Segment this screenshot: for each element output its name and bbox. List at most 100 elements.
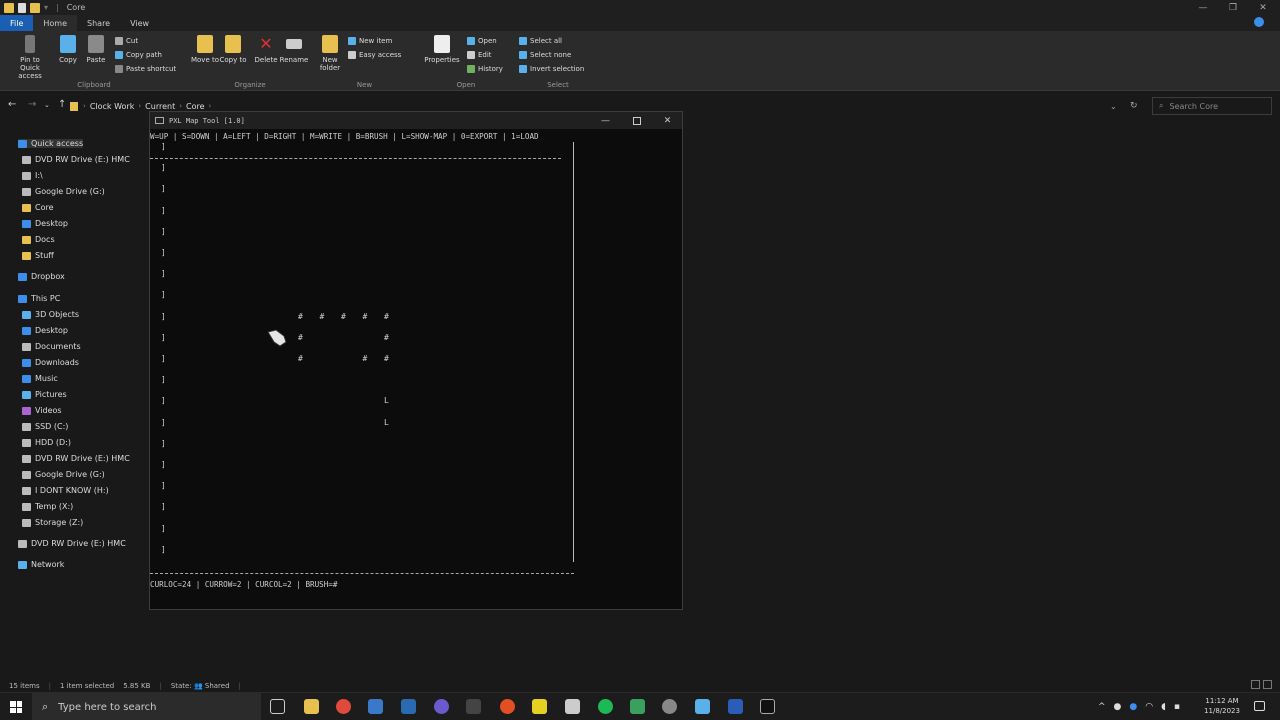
properties-button[interactable]: Properties [422,35,462,64]
sidebar-item[interactable]: DVD RW Drive (E:) HMC [22,155,130,164]
copy-path-button[interactable]: Copy path [115,51,162,59]
volume-icon[interactable]: ◖ [1161,702,1166,712]
sidebar-item[interactable]: Core [22,203,54,212]
new-folder-icon[interactable] [30,2,40,13]
sidebar-item[interactable]: Desktop [22,219,68,228]
search-icon: ⌕ [1159,101,1164,110]
up-arrow-icon[interactable]: ↑ [58,99,66,110]
app-icon[interactable] [695,699,710,714]
paste-shortcut-button[interactable]: Paste shortcut [115,65,176,73]
tab-home[interactable]: Home [33,15,78,31]
sidebar-item[interactable]: Storage (Z:) [22,518,83,527]
console-minimize-button[interactable]: — [590,112,621,129]
refresh-icon[interactable]: ↻ [1130,101,1138,111]
app-icon[interactable] [500,699,515,714]
start-button[interactable] [0,693,32,720]
minimize-button[interactable]: — [1188,0,1218,15]
sidebar-item[interactable]: Docs [22,235,55,244]
chevron-up-icon[interactable]: ^ [1098,702,1106,712]
breadcrumb-core[interactable]: Core [186,102,205,111]
sidebar-item[interactable]: Google Drive (G:) [22,470,105,479]
sidebar-item[interactable]: DVD RW Drive (E:) HMC [18,539,126,548]
breadcrumb-current[interactable]: Current [145,102,175,111]
sidebar-item[interactable]: Music [22,374,58,383]
tab-share[interactable]: Share [77,15,120,31]
tab-view[interactable]: View [120,15,159,31]
app-icon[interactable] [662,699,677,714]
taskbar-search[interactable]: ⌕ Type here to search [32,693,261,720]
sidebar-item[interactable]: 3D Objects [22,310,79,319]
network-icon[interactable]: ◠ [1145,702,1153,712]
new-folder-button[interactable]: New folder [315,35,345,72]
notifications-icon[interactable] [1254,701,1265,711]
editor-icon[interactable] [368,699,383,714]
cut-button[interactable]: Cut [115,37,138,45]
sidebar-item[interactable]: I:\ [22,171,43,180]
task-view-icon[interactable] [270,699,285,714]
forward-arrow-icon[interactable]: → [28,99,36,110]
file-explorer-icon[interactable] [304,699,319,714]
sidebar-item[interactable]: Temp (X:) [22,502,73,511]
copy-to-button[interactable]: Copy to [218,35,248,64]
bluetooth-icon[interactable]: ● [1129,702,1137,712]
rename-button[interactable]: Rename [279,35,309,64]
sidebar-item[interactable]: This PC [18,294,60,303]
sidebar-item[interactable]: Downloads [22,358,79,367]
sidebar-item[interactable]: HDD (D:) [22,438,71,447]
sidebar-item[interactable]: SSD (C:) [22,422,68,431]
recent-dropdown-icon[interactable]: ⌄ [44,101,50,109]
sidebar-item[interactable]: Stuff [22,251,54,260]
sidebar-item[interactable]: Videos [22,406,62,415]
back-arrow-icon[interactable]: ← [8,99,16,110]
help-icon[interactable] [1254,17,1264,27]
console-maximize-button[interactable] [621,112,652,129]
sidebar-item[interactable]: DVD RW Drive (E:) HMC [22,454,130,463]
sidebar-item[interactable]: Dropbox [18,272,65,281]
sidebar-item[interactable]: Google Drive (G:) [22,187,105,196]
properties-icon[interactable] [18,2,26,13]
maximize-button[interactable]: ❐ [1218,0,1248,15]
new-item-button[interactable]: New item [348,37,392,45]
microphone-icon[interactable]: ● [1114,702,1122,712]
app-icon[interactable] [434,699,449,714]
steam-icon[interactable] [401,699,416,714]
history-button[interactable]: History [467,65,503,73]
invert-selection-button[interactable]: Invert selection [519,65,584,73]
app-icon[interactable] [466,699,481,714]
large-icons-view-icon[interactable] [1263,680,1272,689]
sidebar-item[interactable]: Network [18,560,64,569]
word-icon[interactable] [728,699,743,714]
sidebar-item-label: Stuff [35,251,54,260]
sidebar-item[interactable]: Quick access [18,139,84,148]
qa-dropdown-icon[interactable]: ▾ [44,3,48,12]
language-icon[interactable]: ▪ [1174,702,1180,712]
open-button[interactable]: Open [467,37,497,45]
sidebar-item[interactable]: Pictures [22,390,67,399]
details-view-icon[interactable] [1251,680,1260,689]
search-input[interactable]: ⌕ Search Core [1152,97,1272,115]
app-icon[interactable] [532,699,547,714]
chrome-icon[interactable] [336,699,351,714]
app-icon[interactable] [565,699,580,714]
spotify-icon[interactable] [598,699,613,714]
pin-button[interactable]: Pin to Quick access [14,35,46,80]
paste-button[interactable]: Paste [81,35,111,64]
move-to-button[interactable]: Move to [190,35,220,64]
sidebar-item[interactable]: I DONT KNOW (H:) [22,486,109,495]
taskbar-clock[interactable]: 11:12 AM 11/8/2023 [1192,696,1252,716]
tab-file[interactable]: File [0,15,34,31]
copy-button[interactable]: Copy [53,35,83,64]
app-icon[interactable] [630,699,645,714]
console-close-button[interactable]: ✕ [652,112,683,129]
sidebar-item[interactable]: Documents [22,342,81,351]
address-dropdown-icon[interactable]: ⌄ [1110,102,1117,111]
close-button[interactable]: ✕ [1248,0,1278,15]
terminal-icon[interactable] [760,699,775,714]
easy-access-button[interactable]: Easy access [348,51,401,59]
breadcrumb-clock-work[interactable]: Clock Work [90,102,135,111]
select-all-button[interactable]: Select all [519,37,562,45]
select-none-button[interactable]: Select none [519,51,571,59]
delete-button[interactable]: ✕ Delete [251,35,281,65]
edit-button[interactable]: Edit [467,51,492,59]
sidebar-item[interactable]: Desktop [22,326,68,335]
